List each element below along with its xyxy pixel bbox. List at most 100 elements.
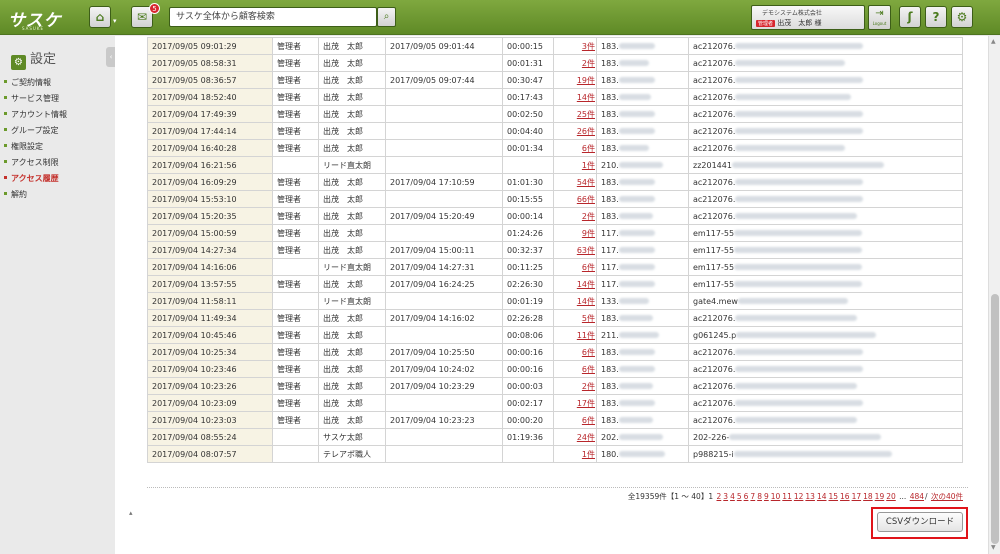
role: 管理者 (272, 37, 319, 55)
sidebar-item[interactable]: アクセス制限 (4, 155, 67, 171)
operation-count-link[interactable]: 54件 (577, 178, 595, 187)
search-button[interactable]: ⌕ (377, 7, 396, 27)
operation-count-link[interactable]: 2件 (582, 382, 595, 391)
scroll-up-icon[interactable]: ▲ (991, 38, 996, 45)
logout-time: 2017/09/04 10:23:29 (385, 377, 503, 395)
operation-count-link[interactable]: 14件 (577, 297, 595, 306)
operation-count-link[interactable]: 1件 (582, 161, 595, 170)
user-name: 出茂 太郎 (318, 54, 386, 72)
page-link[interactable]: 6 (744, 492, 749, 501)
next-page-link[interactable]: 次の40件 (931, 492, 963, 501)
scrollbar[interactable]: ▲ ▼ (988, 36, 1000, 554)
redacted (729, 433, 882, 440)
table-row: 2017/09/04 10:25:34 管理者 出茂 太郎 2017/09/04 10… (147, 343, 963, 361)
host-prefix: ac212076. (693, 109, 736, 119)
redacted (734, 229, 863, 236)
ip-prefix: 133. (601, 296, 619, 306)
page-link[interactable]: 7 (750, 492, 755, 501)
operation-count-link[interactable]: 6件 (582, 144, 595, 153)
customer-search-input[interactable]: サスケ全体から顧客検索 (169, 7, 377, 27)
operation-count-link[interactable]: 6件 (582, 416, 595, 425)
operation-count-link[interactable]: 14件 (577, 93, 595, 102)
scroll-down-icon[interactable]: ▼ (991, 544, 996, 551)
page-link[interactable]: 9 (764, 492, 769, 501)
ip-prefix: 210. (601, 160, 619, 170)
bullet-icon (4, 160, 7, 163)
operation-count-link[interactable]: 14件 (577, 280, 595, 289)
sidebar-item[interactable]: アカウント情報 (4, 107, 67, 123)
page-link[interactable]: 4 (730, 492, 735, 501)
sidebar-item[interactable]: グループ設定 (4, 123, 67, 139)
page-link[interactable]: 11 (782, 492, 792, 501)
page-link[interactable]: 12 (794, 492, 804, 501)
sidebar-item[interactable]: 権限設定 (4, 139, 67, 155)
logout-time (385, 445, 503, 463)
operation-count: 14件 (553, 275, 597, 293)
role: 管理者 (272, 309, 319, 327)
login-time: 2017/09/04 16:40:28 (147, 139, 273, 157)
logout-button[interactable]: ⇥ Logout (868, 5, 891, 30)
login-time: 2017/09/04 17:49:39 (147, 105, 273, 123)
page-link[interactable]: 10 (771, 492, 781, 501)
page-link[interactable]: 13 (805, 492, 815, 501)
sidebar-item[interactable]: ご契約情報 (4, 75, 67, 91)
scroll-thumb[interactable] (991, 294, 999, 544)
operation-count-link[interactable]: 2件 (582, 59, 595, 68)
settings-button[interactable]: ⚙ (951, 6, 973, 28)
operation-count-link[interactable]: 25件 (577, 110, 595, 119)
sidebar-item[interactable]: 解約 (4, 187, 67, 203)
app-switch-button[interactable]: ʃ (899, 6, 921, 28)
operation-count-link[interactable]: 11件 (577, 331, 595, 340)
operation-count-link[interactable]: 24件 (577, 433, 595, 442)
page-link[interactable]: 15 (828, 492, 838, 501)
operation-count-link[interactable]: 19件 (577, 76, 595, 85)
page-link[interactable]: 2 (717, 492, 722, 501)
operation-count-link[interactable]: 2件 (582, 212, 595, 221)
login-time: 2017/09/04 08:55:24 (147, 428, 273, 446)
user-name: 出茂 太郎 (318, 122, 386, 140)
operation-count-link[interactable]: 66件 (577, 195, 595, 204)
operation-count-link[interactable]: 6件 (582, 365, 595, 374)
host-prefix: zz201441 (693, 160, 732, 170)
help-button[interactable]: ? (925, 6, 947, 28)
home-caret-icon[interactable]: ▾ (113, 17, 117, 25)
page-link[interactable]: 17 (852, 492, 862, 501)
divider (147, 487, 968, 488)
operation-count-link[interactable]: 26件 (577, 127, 595, 136)
operation-count-link[interactable]: 9件 (582, 229, 595, 238)
operation-count-link[interactable]: 63件 (577, 246, 595, 255)
duration: 00:01:31 (502, 54, 554, 72)
page-link[interactable]: 16 (840, 492, 850, 501)
page-link[interactable]: 14 (817, 492, 827, 501)
last-page-link[interactable]: 484 (910, 492, 924, 501)
host-prefix: g061245.p (693, 330, 737, 340)
sidebar-item[interactable]: サービス管理 (4, 91, 67, 107)
host-prefix: ac212076. (693, 177, 736, 187)
redacted (618, 433, 663, 440)
csv-download-button[interactable]: CSVダウンロード (877, 512, 963, 532)
redacted (618, 178, 655, 185)
user-info[interactable]: デモシステム株式会社 管理者 出茂 太郎 様 (751, 5, 865, 30)
operation-count-link[interactable]: 6件 (582, 348, 595, 357)
home-button[interactable]: ⌂ (89, 6, 111, 28)
page-link[interactable]: 19 (875, 492, 885, 501)
page-link[interactable]: 3 (723, 492, 728, 501)
page-link[interactable]: 8 (757, 492, 762, 501)
redacted (735, 144, 846, 151)
operation-count-link[interactable]: 6件 (582, 263, 595, 272)
logout-time (385, 54, 503, 72)
table-row: 2017/09/05 08:58:31 管理者 出茂 太郎 00:01:31 2件 183… (147, 54, 963, 72)
page-link[interactable]: 20 (886, 492, 896, 501)
logout-time (385, 105, 503, 123)
page-link[interactable]: 18 (863, 492, 873, 501)
redacted (735, 399, 864, 406)
operation-count-link[interactable]: 17件 (577, 399, 595, 408)
sidebar-item[interactable]: アクセス履歴 (4, 171, 67, 187)
operation-count-link[interactable]: 5件 (582, 314, 595, 323)
host-prefix: ac212076. (693, 75, 736, 85)
ip-address: 183. (596, 207, 689, 225)
page-link[interactable]: 5 (737, 492, 742, 501)
operation-count-link[interactable]: 3件 (582, 42, 595, 51)
table-row: 2017/09/04 15:00:59 管理者 出茂 太郎 01:24:26 9件 117… (147, 224, 963, 242)
operation-count-link[interactable]: 1件 (582, 450, 595, 459)
